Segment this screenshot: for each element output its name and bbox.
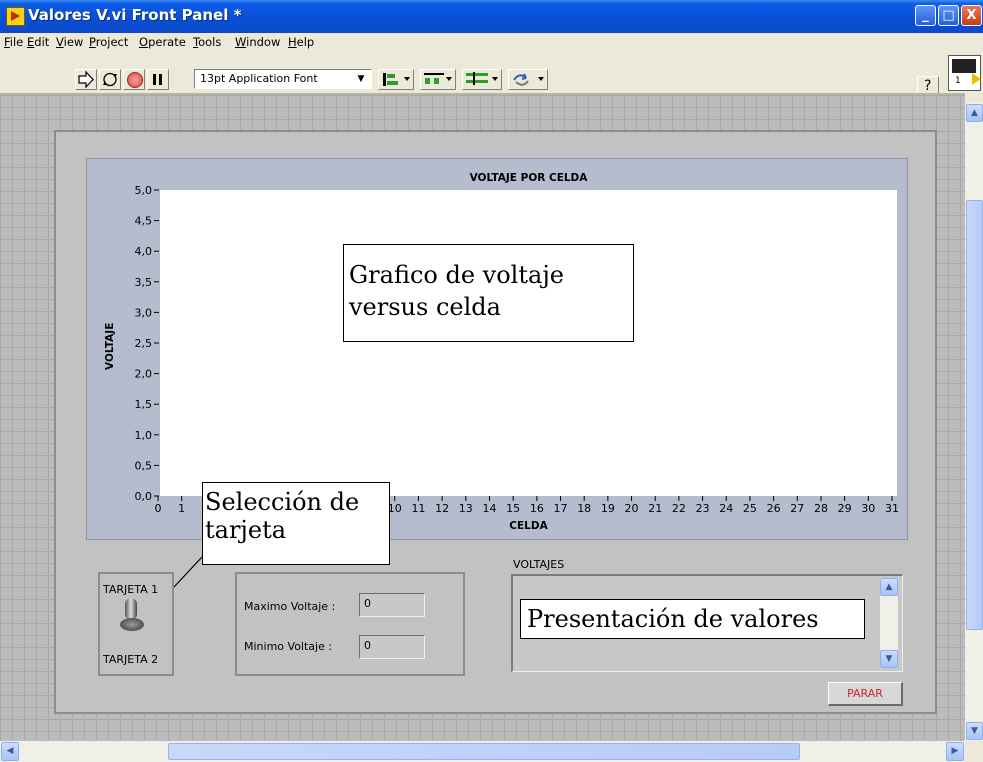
y-tick-label: 1,0 <box>135 429 153 442</box>
y-tick-label: 1,5 <box>135 398 153 411</box>
scroll-up-button[interactable]: ▲ <box>966 104 983 122</box>
x-tick-label: 1 <box>178 502 185 515</box>
toggle-switch[interactable] <box>120 598 146 634</box>
scroll-down-button[interactable]: ▼ <box>966 722 983 740</box>
y-tick-label: 4,0 <box>135 245 153 258</box>
x-tick-label: 27 <box>790 502 804 515</box>
chart-annotation-box: Grafico de voltaje versus celda <box>343 244 634 342</box>
x-tick-label: 14 <box>482 502 496 515</box>
y-tick-label: 0,0 <box>135 490 153 503</box>
x-tick-label: 26 <box>767 502 781 515</box>
chevron-down-icon: ▼ <box>971 726 978 736</box>
selector-annotation-line-2: tarjeta <box>205 516 287 544</box>
switch-top-label: TARJETA 1 <box>103 583 159 596</box>
min-voltage-indicator: 0 <box>359 635 425 659</box>
x-tick-label: 17 <box>554 502 568 515</box>
toggle-lever-icon <box>125 598 137 620</box>
y-tick-label: 3,0 <box>135 306 153 319</box>
x-tick-label: 30 <box>861 502 875 515</box>
x-tick-label: 23 <box>696 502 710 515</box>
min-voltage-label: Minimo Voltaje : <box>244 640 333 653</box>
y-tick-label: 2,5 <box>135 337 153 350</box>
vertical-scroll-thumb[interactable] <box>966 200 983 630</box>
x-tick-label: 12 <box>435 502 449 515</box>
y-tick-label: 4,5 <box>135 215 153 228</box>
chevron-down-icon: ▼ <box>885 654 893 664</box>
values-annotation-text: Presentación de valores <box>527 605 819 633</box>
chart-annotation-line-1: Grafico de voltaje <box>349 261 564 289</box>
y-tick-label: 0,5 <box>135 459 153 472</box>
max-voltage-indicator: 0 <box>359 593 425 617</box>
chevron-right-icon: ▶ <box>951 746 959 756</box>
selector-annotation-line-1: Selección de <box>205 488 360 516</box>
x-tick-label: 28 <box>814 502 828 515</box>
max-voltage-label: Maximo Voltaje : <box>244 600 336 613</box>
stop-button[interactable]: PARAR <box>828 682 903 706</box>
values-annotation-box: Presentación de valores <box>520 599 865 639</box>
x-tick-label: 18 <box>577 502 591 515</box>
x-tick-label: 21 <box>648 502 662 515</box>
y-tick-label: 2,0 <box>135 368 153 381</box>
x-tick-label: 0 <box>155 502 162 515</box>
y-tick-label: 5,0 <box>135 184 153 197</box>
voltajes-label: VOLTAJES <box>513 558 565 571</box>
voltajes-scroll-up[interactable]: ▲ <box>880 578 898 596</box>
chevron-up-icon: ▲ <box>885 582 893 592</box>
x-tick-label: 13 <box>459 502 473 515</box>
x-tick-label: 24 <box>719 502 733 515</box>
selector-annotation-box: Selección de tarjeta <box>202 482 390 565</box>
x-tick-label: 16 <box>530 502 544 515</box>
x-tick-label: 11 <box>411 502 425 515</box>
x-tick-label: 29 <box>838 502 852 515</box>
x-tick-label: 22 <box>672 502 686 515</box>
voltage-indicators-box <box>235 572 465 676</box>
x-tick-label: 15 <box>506 502 520 515</box>
chevron-left-icon: ◀ <box>6 746 14 756</box>
switch-bottom-label: TARJETA 2 <box>103 653 159 666</box>
chart-annotation-line-2: versus celda <box>349 293 501 321</box>
voltajes-scroll-down[interactable]: ▼ <box>880 650 898 668</box>
scroll-right-button[interactable]: ▶ <box>946 742 964 761</box>
x-tick-label: 20 <box>625 502 639 515</box>
x-tick-label: 19 <box>601 502 615 515</box>
stop-button-label: PARAR <box>847 687 883 700</box>
chevron-up-icon: ▲ <box>971 108 978 118</box>
x-tick-label: 31 <box>885 502 899 515</box>
horizontal-scroll-thumb[interactable] <box>168 743 800 760</box>
y-tick-label: 3,5 <box>135 276 153 289</box>
x-tick-label: 25 <box>743 502 757 515</box>
scroll-left-button[interactable]: ◀ <box>1 742 19 761</box>
